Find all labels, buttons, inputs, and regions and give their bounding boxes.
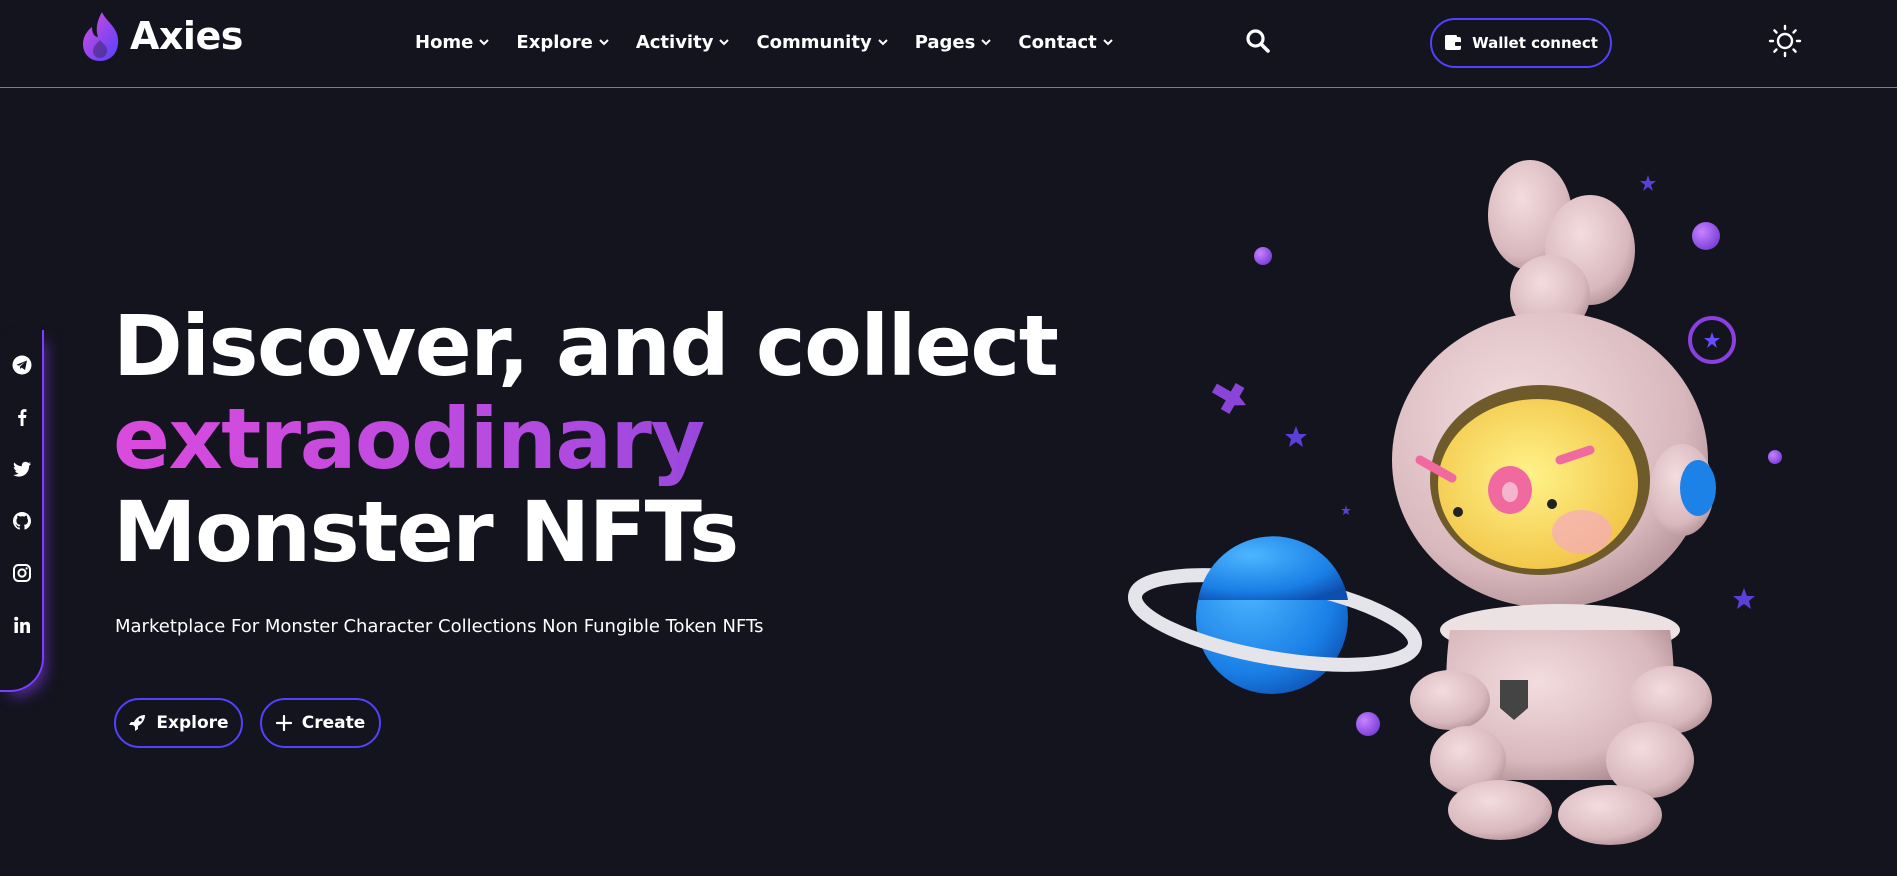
wallet-connect-button[interactable]: Wallet connect xyxy=(1430,18,1612,68)
chevron-down-icon xyxy=(599,39,609,46)
nav-item-pages[interactable]: Pages xyxy=(915,32,993,53)
nav-label: Community xyxy=(756,31,872,53)
site-header: Axies Home Explore Activity Community Pa… xyxy=(0,0,1897,88)
astronaut-monster-illustration xyxy=(1128,160,1782,845)
nav-label: Activity xyxy=(635,31,714,53)
nav-label: Pages xyxy=(914,31,976,53)
nav-label: Explore xyxy=(516,31,593,53)
nav-item-activity[interactable]: Activity xyxy=(636,32,731,53)
flame-logo-icon xyxy=(83,12,119,61)
planet-decoration xyxy=(1128,536,1422,694)
telegram-icon[interactable] xyxy=(11,354,33,376)
orb-decoration xyxy=(1768,450,1782,464)
hero-line-2: extraodinary xyxy=(113,393,1057,486)
astronaut-figure xyxy=(1392,160,1716,845)
search-icon[interactable] xyxy=(1245,28,1271,54)
hero-heading: Discover, and collect extraodinary Monst… xyxy=(113,297,1059,581)
facebook-icon[interactable] xyxy=(11,406,33,428)
github-icon[interactable] xyxy=(11,510,33,532)
nav-item-explore[interactable]: Explore xyxy=(516,32,609,53)
sun-icon[interactable] xyxy=(1768,24,1802,58)
create-label: Create xyxy=(301,713,366,733)
nav-item-contact[interactable]: Contact xyxy=(1018,32,1113,53)
chevron-down-icon xyxy=(479,39,490,46)
chevron-down-icon xyxy=(1103,39,1113,46)
wallet-icon xyxy=(1445,35,1462,50)
linkedin-icon[interactable] xyxy=(11,614,33,636)
hero-line-3: Monster NFTs xyxy=(113,483,739,581)
rocket-icon xyxy=(129,715,146,731)
chevron-down-icon xyxy=(981,39,992,46)
plus-icon xyxy=(275,715,292,731)
nav-item-community[interactable]: Community xyxy=(756,32,888,53)
orb-decoration xyxy=(1254,247,1272,265)
create-button[interactable]: Create xyxy=(260,698,381,748)
social-sidebar xyxy=(0,330,44,692)
orb-decoration xyxy=(1692,222,1720,250)
nav-label: Home xyxy=(415,31,474,53)
instagram-icon[interactable] xyxy=(11,562,33,584)
nav-item-home[interactable]: Home xyxy=(415,32,490,53)
orb-decoration xyxy=(1356,712,1380,736)
brand-name: Axies xyxy=(130,14,243,58)
twitter-icon[interactable] xyxy=(11,458,33,480)
main-nav: Home Explore Activity Community Pages Co… xyxy=(415,26,1140,58)
chevron-down-icon xyxy=(877,39,888,46)
explore-button[interactable]: Explore xyxy=(114,698,243,748)
chevron-down-icon xyxy=(719,39,730,46)
hero-line-1: Discover, and collect xyxy=(113,297,1059,395)
explore-label: Explore xyxy=(156,713,229,733)
nav-label: Contact xyxy=(1018,31,1097,53)
wallet-label: Wallet connect xyxy=(1472,34,1598,52)
hero-subtitle: Marketplace For Monster Character Collec… xyxy=(115,616,764,637)
brand-logo[interactable]: Axies xyxy=(80,8,243,64)
